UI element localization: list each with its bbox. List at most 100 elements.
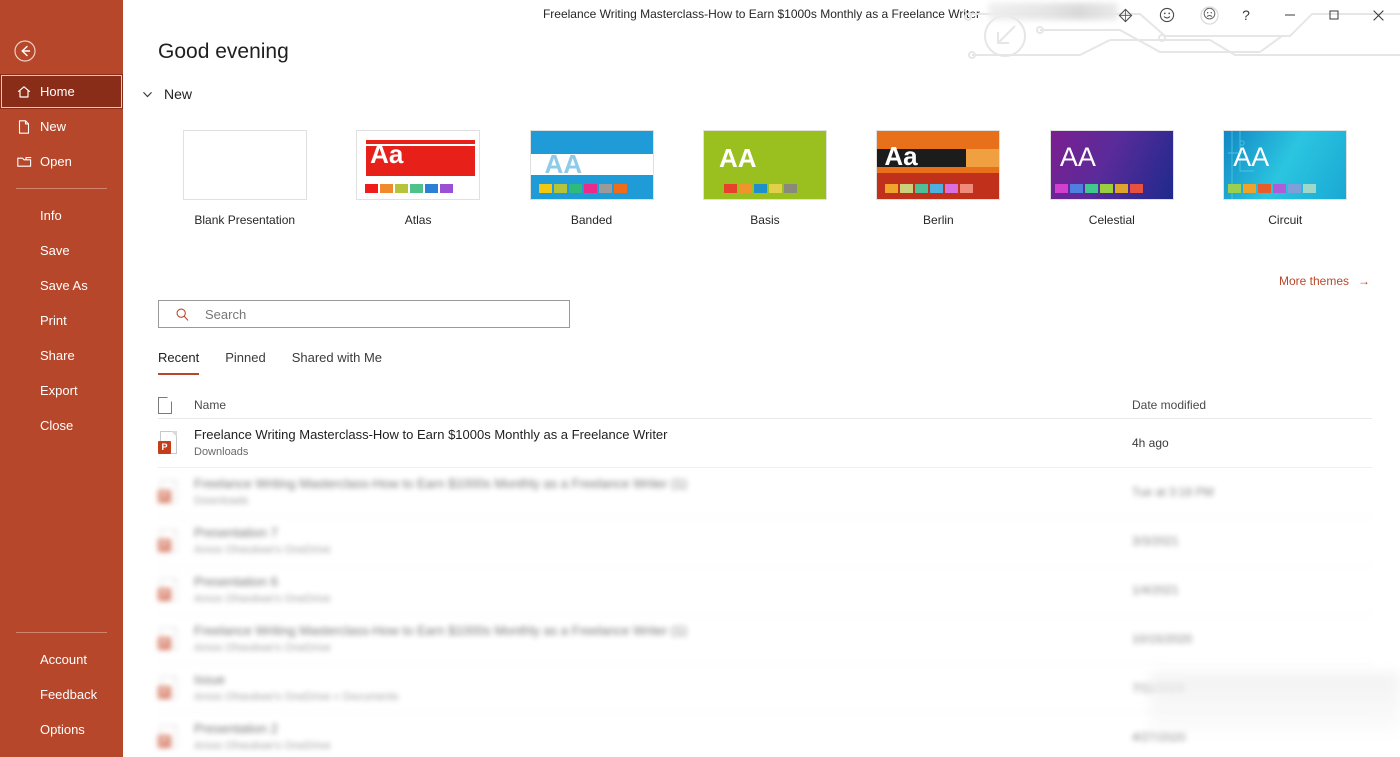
theme-gallery: Blank Presentation Aa Atlas bbox=[158, 130, 1372, 227]
minimize-button[interactable] bbox=[1268, 0, 1312, 30]
theme-label: Blank Presentation bbox=[158, 213, 331, 227]
theme-swatches bbox=[539, 184, 627, 193]
home-icon bbox=[16, 84, 40, 100]
search-input[interactable] bbox=[205, 307, 545, 322]
file-name-cell: Issue Amos Ohwukwe's OneDrive » Document… bbox=[194, 671, 1132, 705]
theme-aa-text: AA bbox=[545, 151, 583, 177]
ribbon-display-options-button[interactable] bbox=[1104, 0, 1146, 30]
sidebar-item-save-as[interactable]: Save As bbox=[0, 268, 123, 303]
theme-celestial[interactable]: AA Celestial bbox=[1025, 130, 1198, 227]
powerpoint-backstage-window: Home New Open bbox=[0, 0, 1400, 757]
sidebar-item-print[interactable]: Print bbox=[0, 303, 123, 338]
sidebar-item-label: Print bbox=[40, 313, 67, 328]
theme-thumbnail: Aa bbox=[356, 130, 480, 200]
send-feedback-button[interactable] bbox=[1146, 0, 1188, 30]
theme-label: Celestial bbox=[1025, 213, 1198, 227]
theme-swatches bbox=[724, 184, 797, 193]
close-button[interactable] bbox=[1356, 0, 1400, 30]
file-location: Downloads bbox=[194, 494, 1132, 509]
file-name-cell: Freelance Writing Masterclass-How to Ear… bbox=[194, 622, 1132, 656]
table-row[interactable]: P Presentation 2 Amos Ohwukwe's OneDrive… bbox=[158, 713, 1372, 757]
theme-thumbnail: Aa bbox=[876, 130, 1000, 200]
tab-pinned[interactable]: Pinned bbox=[225, 350, 265, 375]
sidebar-item-close[interactable]: Close bbox=[0, 408, 123, 443]
tab-shared-with-me[interactable]: Shared with Me bbox=[292, 350, 382, 375]
file-location: Amos Ohwukwe's OneDrive » Documents bbox=[194, 690, 1132, 705]
sidebar-item-label: Export bbox=[40, 383, 78, 398]
file-name: Freelance Writing Masterclass-How to Ear… bbox=[194, 426, 1132, 444]
sidebar-item-label: Save As bbox=[40, 278, 88, 293]
column-header-name: Name bbox=[194, 398, 1132, 412]
theme-circuit[interactable]: AA Circuit bbox=[1199, 130, 1372, 227]
sidebar-item-label: Info bbox=[40, 208, 62, 223]
sidebar-item-account[interactable]: Account bbox=[0, 642, 123, 677]
search-box[interactable] bbox=[158, 300, 570, 328]
file-location: Amos Ohwukwe's OneDrive bbox=[194, 739, 1132, 754]
more-themes-label: More themes bbox=[1279, 274, 1349, 288]
search-icon bbox=[159, 307, 205, 322]
more-themes-link[interactable]: More themes → bbox=[1279, 274, 1370, 288]
help-icon: ? bbox=[1242, 7, 1250, 23]
powerpoint-file-icon: P bbox=[158, 627, 194, 652]
sidebar-item-label: Options bbox=[40, 722, 85, 737]
theme-label: Atlas bbox=[331, 213, 504, 227]
file-location: Downloads bbox=[194, 445, 1132, 460]
sidebar-item-label: Feedback bbox=[40, 687, 97, 702]
theme-aa-text: Aa bbox=[884, 143, 917, 169]
sidebar-item-label: Share bbox=[40, 348, 75, 363]
help-button[interactable]: ? bbox=[1224, 0, 1268, 30]
sidebar-footer-nav: Account Feedback Options bbox=[0, 623, 123, 747]
file-name-cell: Freelance Writing Masterclass-How to Ear… bbox=[194, 426, 1132, 460]
powerpoint-file-icon: P bbox=[158, 431, 194, 456]
sidebar-item-open[interactable]: Open bbox=[0, 144, 123, 179]
sidebar-item-label: Account bbox=[40, 652, 87, 667]
sidebar-item-share[interactable]: Share bbox=[0, 338, 123, 373]
file-date-modified: 7/11/2020 bbox=[1132, 681, 1372, 695]
sidebar-item-options[interactable]: Options bbox=[0, 712, 123, 747]
account-name-redacted bbox=[988, 3, 1118, 20]
powerpoint-file-icon: P bbox=[158, 725, 194, 750]
arrow-right-icon: → bbox=[1358, 274, 1370, 288]
file-name: Freelance Writing Masterclass-How to Ear… bbox=[194, 622, 1132, 640]
maximize-icon bbox=[1328, 9, 1340, 21]
maximize-button[interactable] bbox=[1312, 0, 1356, 30]
table-row[interactable]: P Presentation 6 Amos Ohwukwe's OneDrive… bbox=[158, 566, 1372, 615]
theme-banded[interactable]: AA Banded bbox=[505, 130, 678, 227]
file-name-cell: Presentation 7 Amos Ohwukwe's OneDrive bbox=[194, 524, 1132, 558]
sidebar-item-save[interactable]: Save bbox=[0, 233, 123, 268]
table-row[interactable]: P Issue Amos Ohwukwe's OneDrive » Docume… bbox=[158, 664, 1372, 713]
sidebar-item-label: Save bbox=[40, 243, 70, 258]
theme-berlin[interactable]: Aa Berlin bbox=[852, 130, 1025, 227]
sidebar-item-info[interactable]: Info bbox=[0, 198, 123, 233]
back-button[interactable] bbox=[12, 38, 38, 64]
recent-files-list: Name Date modified P Freelance Writing M… bbox=[158, 392, 1372, 757]
table-row[interactable]: P Freelance Writing Masterclass-How to E… bbox=[158, 468, 1372, 517]
sidebar-item-feedback[interactable]: Feedback bbox=[0, 677, 123, 712]
theme-atlas[interactable]: Aa Atlas bbox=[331, 130, 504, 227]
tab-label: Shared with Me bbox=[292, 350, 382, 365]
close-icon bbox=[1372, 9, 1385, 22]
new-section-label: New bbox=[164, 86, 192, 102]
backstage-sidebar: Home New Open bbox=[0, 0, 123, 757]
theme-swatches bbox=[1228, 184, 1316, 193]
theme-basis[interactable]: AA Basis bbox=[678, 130, 851, 227]
theme-swatches bbox=[885, 184, 973, 193]
theme-blank-presentation[interactable]: Blank Presentation bbox=[158, 130, 331, 227]
table-row[interactable]: P Freelance Writing Masterclass-How to E… bbox=[158, 419, 1372, 468]
sidebar-item-new[interactable]: New bbox=[0, 109, 123, 144]
sidebar-item-export[interactable]: Export bbox=[0, 373, 123, 408]
powerpoint-file-icon: P bbox=[158, 676, 194, 701]
file-date-modified: 3/3/2021 bbox=[1132, 534, 1372, 548]
theme-thumbnail: AA bbox=[703, 130, 827, 200]
new-section-toggle[interactable]: New bbox=[141, 86, 192, 102]
file-date-modified: 1/4/2021 bbox=[1132, 583, 1372, 597]
table-row[interactable]: P Freelance Writing Masterclass-How to E… bbox=[158, 615, 1372, 664]
theme-swatches bbox=[365, 184, 453, 193]
window-controls: ? bbox=[1224, 0, 1400, 30]
table-row[interactable]: P Presentation 7 Amos Ohwukwe's OneDrive… bbox=[158, 517, 1372, 566]
smiley-icon bbox=[1159, 7, 1175, 23]
tab-recent[interactable]: Recent bbox=[158, 350, 199, 375]
sidebar-item-home[interactable]: Home bbox=[0, 74, 123, 109]
column-header-date-modified: Date modified bbox=[1132, 398, 1372, 412]
powerpoint-file-icon: P bbox=[158, 578, 194, 603]
